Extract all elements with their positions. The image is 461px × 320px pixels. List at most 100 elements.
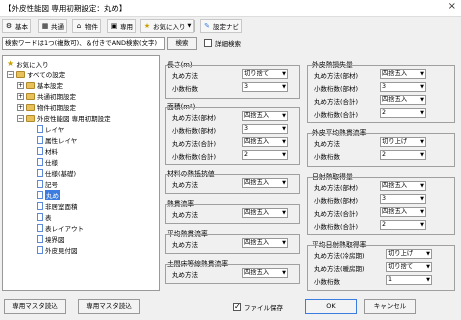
- chevron-down-icon: ▼: [282, 152, 286, 158]
- field-row: 小数桁数(合計): [314, 222, 359, 231]
- avg-solar-digits-select[interactable]: 1 ▼: [386, 275, 432, 285]
- collapse-icon[interactable]: −: [7, 70, 14, 78]
- tree-item-boundary-drawing[interactable]: 境界図: [37, 234, 65, 244]
- field-row: 丸め方法: [172, 180, 198, 189]
- area-digits-member-select[interactable]: 3 ▼: [242, 124, 288, 134]
- area-rounding-total-select[interactable]: 四捨五入 ▼: [242, 137, 288, 147]
- collapse-icon[interactable]: −: [17, 114, 24, 122]
- chevron-down-icon: ▼: [282, 210, 286, 216]
- tree-item-table[interactable]: 表: [37, 212, 52, 222]
- tab-basic-label: 基本: [15, 23, 28, 31]
- solar-gain-rounding-member-select[interactable]: 四捨五入 ▼: [380, 181, 426, 191]
- chevron-down-icon: ▼: [282, 113, 286, 119]
- heat-loss-digits-member-select[interactable]: 3 ▼: [380, 82, 426, 92]
- tab-basic[interactable]: ⚙ 基本: [2, 19, 31, 33]
- page-icon: [37, 169, 43, 177]
- file-save-label: ファイル保存: [244, 304, 283, 312]
- page-icon: [37, 224, 43, 232]
- tree-item-spec-foundation[interactable]: 仕様(基礎): [37, 168, 76, 178]
- field-row: 丸め方法(合計): [172, 139, 217, 148]
- heat-transmission-rounding-select[interactable]: 四捨五入 ▼: [242, 208, 288, 218]
- settings-tree[interactable]: ★ お気に入り − すべての設定 + 基本設定 + 共通初期設定 + 物件初期設…: [2, 55, 160, 291]
- length-digits-select[interactable]: 3 ▼: [242, 82, 288, 92]
- read-dedicated-master-button[interactable]: 専用マスタ読込: [4, 299, 66, 314]
- star-icon: ★: [7, 59, 15, 68]
- chevron-down-icon: ▼: [187, 23, 192, 29]
- outer-avg-digits-select[interactable]: 2 ▼: [380, 150, 426, 160]
- tree-item-material[interactable]: 材料: [37, 146, 58, 156]
- avg-heat-transmission-rounding-select[interactable]: 四捨五入 ▼: [242, 238, 288, 248]
- avg-solar-rounding-cooling-select[interactable]: 切り上げ ▼: [386, 249, 432, 259]
- page-icon: [37, 246, 43, 254]
- tree-item-dedicated-settings[interactable]: − 外皮性能図 専用初期設定: [17, 113, 111, 123]
- field-row: 小数桁数(部材): [172, 126, 217, 135]
- chevron-down-icon: ▼: [282, 71, 286, 77]
- navi-icon: ✎: [204, 22, 210, 30]
- field-row: 小数桁数(合計): [314, 110, 359, 119]
- tab-property[interactable]: ⌂ 物件: [72, 19, 101, 33]
- chevron-down-icon: ▼: [282, 139, 286, 145]
- heat-loss-rounding-total-select[interactable]: 四捨五入 ▼: [380, 95, 426, 105]
- tree-item-symbol[interactable]: 記号: [37, 179, 58, 189]
- tree-item-layer[interactable]: レイヤ: [37, 124, 64, 134]
- search-input[interactable]: 検索ワードは1つ(複数可)、＆付きでAND検索(文字): [2, 37, 165, 50]
- page-icon: [37, 235, 43, 243]
- tab-dedicated[interactable]: ▣ 専用: [107, 19, 136, 33]
- outer-avg-rounding-select[interactable]: 切り上げ ▼: [380, 137, 426, 147]
- expand-icon[interactable]: +: [17, 81, 24, 89]
- tree-item-non-living-area[interactable]: 非居室面積: [37, 201, 78, 211]
- folder-icon: [26, 103, 35, 111]
- field-row: 丸め方法: [172, 270, 198, 279]
- chevron-down-icon: ▼: [282, 180, 286, 186]
- tree-item-favorites[interactable]: ★ お気に入り: [7, 59, 49, 70]
- solar-gain-digits-member-select[interactable]: 3 ▼: [380, 194, 426, 204]
- favorites-button[interactable]: ★ お気に入り ▼: [140, 19, 195, 33]
- field-row: 丸め方法: [172, 240, 198, 249]
- tree-item-basic-settings[interactable]: + 基本設定: [17, 80, 63, 90]
- expand-icon[interactable]: +: [17, 92, 24, 100]
- expand-icon[interactable]: +: [17, 103, 24, 111]
- tree-item-envelope-drawing[interactable]: 外皮見付図: [37, 245, 78, 255]
- heat-loss-rounding-member-select[interactable]: 四捨五入 ▼: [380, 69, 426, 79]
- field-row: 丸め方法(暖房期): [314, 264, 365, 273]
- field-row: 小数桁数(部材): [314, 84, 359, 93]
- heat-loss-digits-total-select[interactable]: 2 ▼: [380, 108, 426, 118]
- tree-item-common-settings[interactable]: + 共通初期設定: [17, 91, 76, 101]
- area-digits-total-select[interactable]: 2 ▼: [242, 150, 288, 160]
- avg-solar-rounding-heating-select[interactable]: 切り捨て ▼: [386, 262, 432, 272]
- folder-icon: [26, 114, 35, 122]
- tree-item-all-settings[interactable]: − すべての設定: [7, 69, 65, 79]
- tree-item-rounding[interactable]: 丸め: [37, 190, 60, 200]
- file-save-checkbox[interactable]: ファイル保存: [233, 302, 283, 312]
- thermal-resistance-rounding-select[interactable]: 四捨五入 ▼: [242, 178, 288, 188]
- tree-item-table-layout[interactable]: 表レイアウト: [37, 223, 84, 233]
- length-rounding-select[interactable]: 切り捨て ▼: [242, 69, 288, 79]
- tree-item-attribute-layer[interactable]: 属性レイヤ: [37, 135, 77, 145]
- search-button[interactable]: 検索: [167, 37, 197, 50]
- detail-search-checkbox[interactable]: 詳細検索: [204, 38, 241, 48]
- field-row: 小数桁数: [172, 84, 198, 93]
- tab-property-label: 物件: [85, 23, 98, 31]
- solar-gain-digits-total-select[interactable]: 2 ▼: [380, 220, 426, 230]
- chevron-down-icon: ▼: [282, 270, 286, 276]
- solar-gain-rounding-total-select[interactable]: 四捨五入 ▼: [380, 207, 426, 217]
- cancel-button[interactable]: キャンセル: [364, 299, 416, 314]
- close-icon[interactable]: ×: [448, 1, 456, 12]
- chevron-down-icon: ▼: [420, 139, 424, 145]
- soil-floor-rounding-select[interactable]: 四捨五入 ▼: [242, 268, 288, 278]
- star-icon: ★: [143, 22, 151, 30]
- tree-item-spec[interactable]: 仕様: [37, 157, 58, 167]
- chevron-down-icon: ▼: [426, 277, 430, 283]
- tab-common[interactable]: ▦ 共通: [38, 19, 67, 33]
- area-rounding-member-select[interactable]: 四捨五入 ▼: [242, 111, 288, 121]
- tree-item-property-settings[interactable]: + 物件初期設定: [17, 102, 76, 112]
- ok-button[interactable]: OK: [305, 299, 357, 314]
- settings-navi-label: 設定ナビ: [213, 23, 239, 31]
- chevron-down-icon: ▼: [420, 110, 424, 116]
- write-dedicated-master-button[interactable]: 専用マスタ読込: [78, 299, 140, 314]
- page-icon: [37, 202, 43, 210]
- settings-navi-button[interactable]: ✎ 設定ナビ: [200, 19, 242, 33]
- page-icon: [37, 180, 43, 188]
- chevron-down-icon: ▼: [420, 222, 424, 228]
- favorites-label: お気に入り: [153, 23, 186, 31]
